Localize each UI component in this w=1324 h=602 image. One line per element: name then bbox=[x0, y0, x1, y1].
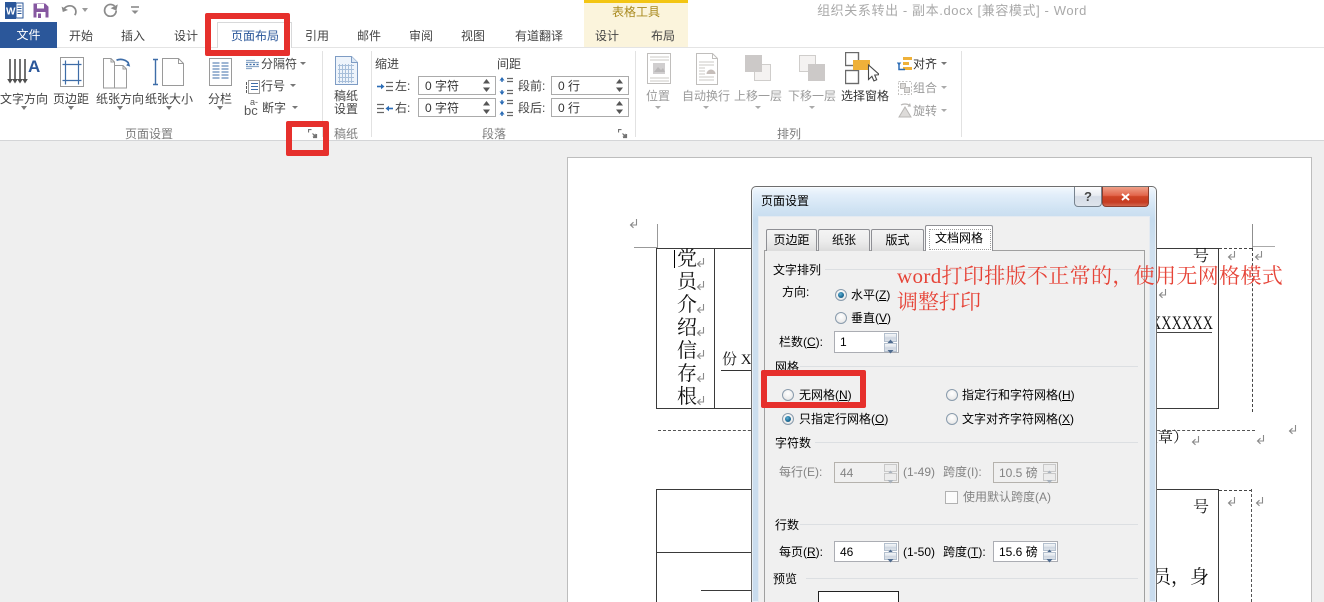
svg-text:A: A bbox=[28, 57, 40, 76]
svg-text:W: W bbox=[6, 7, 16, 18]
